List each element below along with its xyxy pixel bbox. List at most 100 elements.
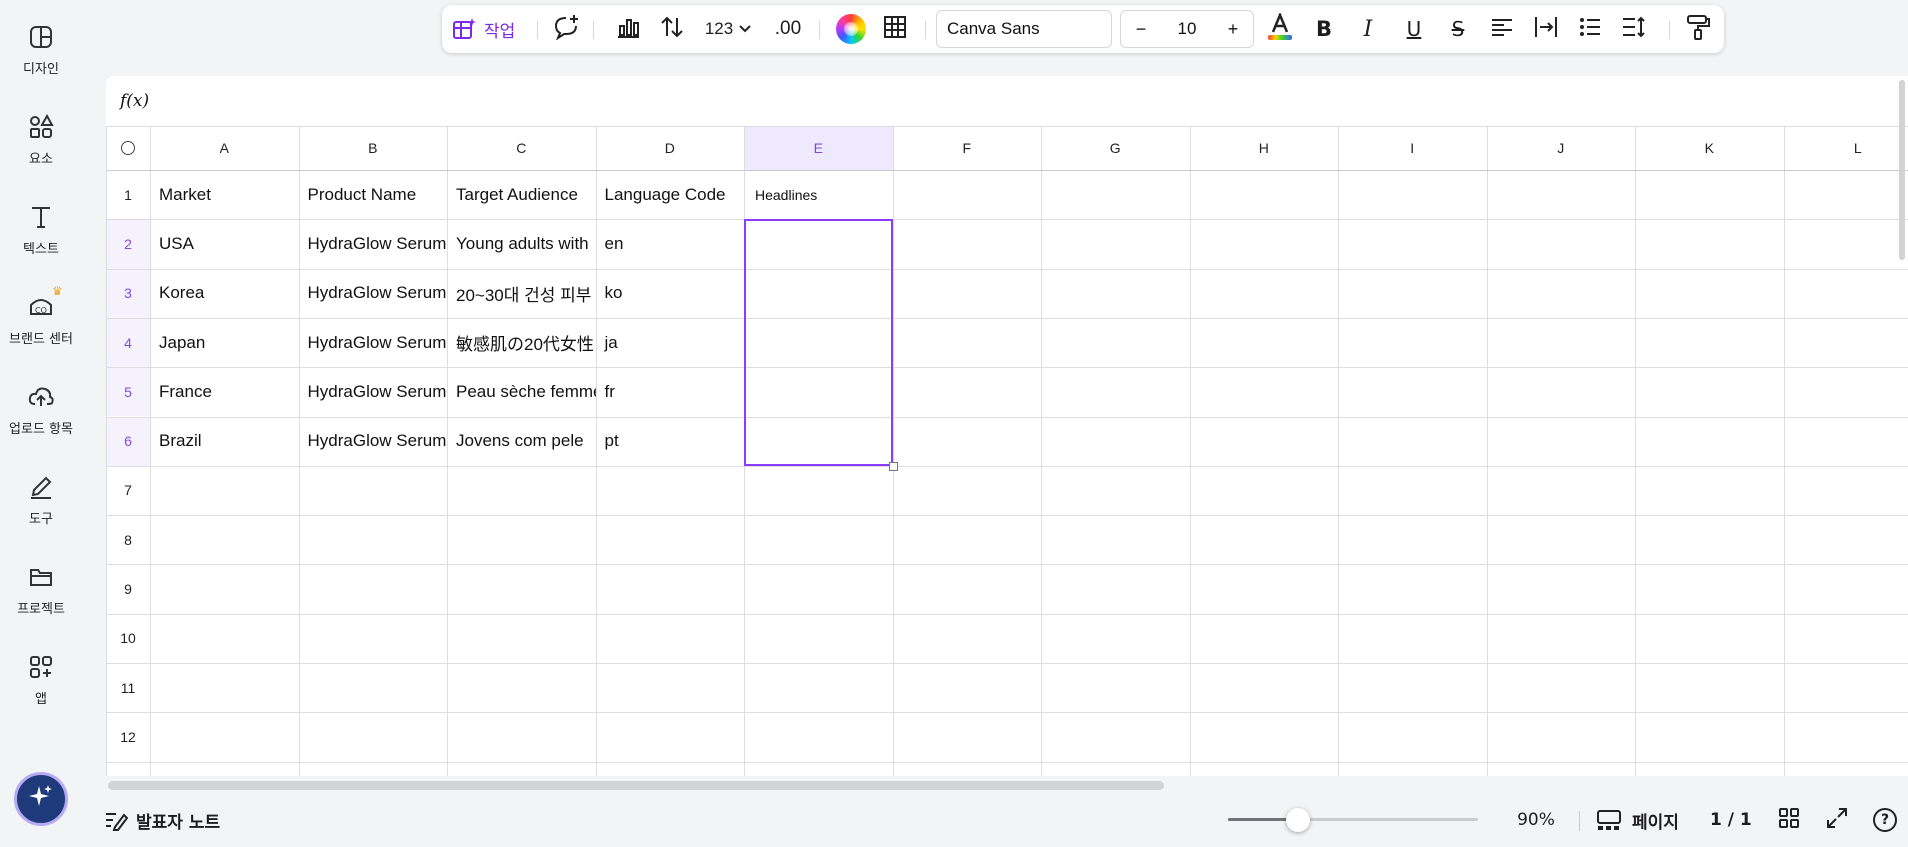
comment-button[interactable] [550, 13, 582, 45]
cell-b2[interactable]: HydraGlow Serum [300, 219, 448, 268]
text-icon [26, 202, 56, 232]
sidebar-item-text[interactable]: 텍스트 [0, 192, 82, 272]
column-header-e[interactable]: E [744, 126, 893, 170]
cell-d2[interactable]: en [597, 219, 745, 268]
row-header-11[interactable]: 11 [106, 663, 150, 712]
copy-style-button[interactable] [1682, 13, 1714, 45]
grid-view-button[interactable] [1774, 793, 1804, 847]
column-header-f[interactable]: F [893, 126, 1042, 170]
page-counter[interactable]: 1 / 1 [1710, 793, 1752, 847]
align-button[interactable] [1486, 13, 1518, 45]
row-header-5[interactable]: 5 [106, 367, 150, 417]
cell-a3[interactable]: Korea [151, 269, 299, 318]
row-header-7[interactable]: 7 [106, 466, 150, 515]
font-size-decrease-button[interactable]: − [1121, 11, 1161, 47]
row-header-1[interactable]: 1 [106, 170, 150, 219]
help-button[interactable]: ? [1870, 793, 1900, 847]
magic-assistant-button[interactable] [14, 772, 68, 826]
row-header-8[interactable]: 8 [106, 515, 150, 564]
list-button[interactable] [1574, 13, 1606, 45]
selection-range[interactable] [744, 219, 893, 466]
cell-c5[interactable]: Peau sèche femme [448, 367, 596, 416]
sidebar-item-projects[interactable]: 프로젝트 [0, 552, 82, 632]
column-header-i[interactable]: I [1338, 126, 1487, 170]
chart-button[interactable] [612, 13, 644, 45]
italic-button[interactable]: I [1352, 13, 1384, 45]
font-size-input[interactable]: 10 [1161, 11, 1213, 47]
cell-d6[interactable]: pt [597, 417, 745, 466]
font-size-increase-button[interactable]: + [1213, 11, 1253, 47]
elements-icon [26, 112, 56, 142]
cell-b4[interactable]: HydraGlow Serum [300, 318, 448, 367]
cell-c2[interactable]: Young adults with [448, 219, 596, 268]
cell-d1[interactable]: Language Code [597, 170, 745, 219]
sort-button[interactable] [656, 13, 688, 45]
cell-c3[interactable]: 20~30대 건성 피부 [448, 269, 596, 318]
color-button[interactable] [835, 13, 867, 45]
sidebar-item-brand[interactable]: ♛ CO 브랜드 센터 [0, 282, 82, 362]
cell-a1[interactable]: Market [151, 170, 299, 219]
column-header-b[interactable]: B [299, 126, 448, 170]
cell-b3[interactable]: HydraGlow Serum [300, 269, 448, 318]
cell-a5[interactable]: France [151, 367, 299, 416]
zoom-slider-handle[interactable] [1286, 808, 1310, 832]
bold-icon: B [1315, 17, 1332, 41]
cell-d4[interactable]: ja [597, 318, 745, 367]
underline-button[interactable]: U [1398, 13, 1430, 45]
presenter-notes-button[interactable]: 발표자 노트 [104, 793, 220, 847]
row-header-9[interactable]: 9 [106, 564, 150, 613]
cell-a4[interactable]: Japan [151, 318, 299, 367]
cell-c6[interactable]: Jovens com pele [448, 417, 596, 466]
column-header-j[interactable]: J [1487, 126, 1636, 170]
zoom-slider[interactable] [1228, 818, 1478, 821]
cell-a6[interactable]: Brazil [151, 417, 299, 466]
vertical-scrollbar[interactable] [1899, 80, 1905, 260]
formula-bar[interactable]: f(x) [106, 76, 1908, 126]
cell-d3[interactable]: ko [597, 269, 745, 318]
select-all-button[interactable] [106, 126, 150, 170]
zoom-percentage-button[interactable]: 90% [1504, 793, 1568, 847]
sidebar-item-apps[interactable]: 앱 [0, 642, 82, 722]
fullscreen-button[interactable] [1822, 793, 1852, 847]
column-header-l[interactable]: L [1784, 126, 1908, 170]
decimal-format-button[interactable]: .00 [768, 13, 808, 45]
row-header-6[interactable]: 6 [106, 416, 150, 466]
font-family-select[interactable]: Canva Sans [936, 10, 1112, 48]
fill-handle[interactable] [888, 461, 898, 471]
sidebar-item-tools[interactable]: 도구 [0, 462, 82, 542]
sidebar-item-elements[interactable]: 요소 [0, 102, 82, 182]
column-header-h[interactable]: H [1190, 126, 1339, 170]
pages-button[interactable]: 페이지 [1596, 793, 1679, 847]
cell-c1[interactable]: Target Audience [448, 170, 596, 219]
row-header-12[interactable]: 12 [106, 712, 150, 761]
grid-line [1338, 126, 1339, 776]
table-borders-button[interactable] [879, 13, 911, 45]
row-header-10[interactable]: 10 [106, 614, 150, 663]
column-header-c[interactable]: C [447, 126, 596, 170]
cell-b6[interactable]: HydraGlow Serum [300, 417, 448, 466]
column-header-k[interactable]: K [1635, 126, 1784, 170]
bold-button[interactable]: B [1308, 13, 1340, 45]
actions-button[interactable]: 작업 [452, 13, 532, 45]
cell-b5[interactable]: HydraGlow Serum [300, 367, 448, 416]
row-header-3[interactable]: 3 [106, 268, 150, 318]
text-wrap-button[interactable] [1530, 13, 1562, 45]
strikethrough-button[interactable]: S [1442, 13, 1474, 45]
cell-e1[interactable]: Headlines [745, 170, 893, 219]
column-header-a[interactable]: A [150, 126, 299, 170]
cell-c4[interactable]: 敏感肌の20代女性 [448, 318, 596, 367]
cell-d5[interactable]: fr [597, 367, 745, 416]
cell-b1[interactable]: Product Name [300, 170, 448, 219]
row-header-4[interactable]: 4 [106, 317, 150, 368]
row-header-2[interactable]: 2 [106, 219, 150, 269]
cell-a2[interactable]: USA [151, 219, 299, 268]
minus-icon: − [1135, 18, 1147, 39]
number-format-dropdown[interactable]: 123 [700, 13, 756, 45]
line-spacing-button[interactable] [1618, 13, 1650, 45]
sidebar-item-design[interactable]: 디자인 [0, 12, 82, 92]
column-header-d[interactable]: D [596, 126, 745, 170]
sidebar-item-uploads[interactable]: 업로드 항목 [0, 372, 82, 452]
column-header-g[interactable]: G [1041, 126, 1190, 170]
text-color-button[interactable] [1264, 11, 1296, 45]
horizontal-scrollbar[interactable] [108, 781, 1164, 790]
